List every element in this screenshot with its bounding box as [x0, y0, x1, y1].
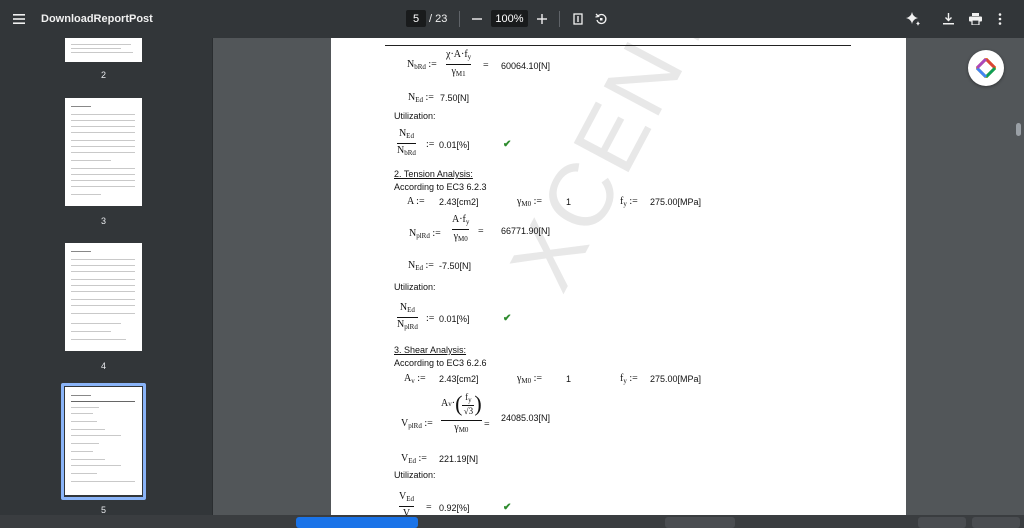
- hamburger-icon: [13, 14, 25, 24]
- sparkle-icon: [906, 12, 920, 26]
- rotate-icon: [595, 13, 607, 25]
- vplrd-label: VplRd :=: [401, 418, 433, 430]
- nbrd-label: NbRd :=: [407, 59, 437, 71]
- zoom-level-input[interactable]: 100%: [491, 10, 528, 27]
- zoom-in-button[interactable]: [533, 0, 551, 38]
- ratio3-fraction: VEd V: [399, 491, 415, 516]
- printer-icon: [968, 13, 982, 25]
- fy-label: fy :=: [620, 196, 638, 208]
- ratio2-fraction: NEd NplRd: [397, 302, 418, 331]
- gm0-value: 1: [566, 197, 572, 207]
- toolbar-divider: [559, 11, 560, 27]
- thumbnail-label: 5: [100, 505, 106, 515]
- extension-floating-button[interactable]: [968, 50, 1004, 86]
- rotate-button[interactable]: [592, 0, 610, 38]
- check-icon: ✔: [503, 502, 512, 513]
- page-thumbnail-2[interactable]: [65, 38, 142, 62]
- header-rule: [385, 45, 851, 46]
- thumbnail-label: 3: [100, 216, 106, 226]
- check-icon: ✔: [503, 139, 512, 150]
- more-options-button[interactable]: [993, 0, 1007, 38]
- tension-heading: 2. Tension Analysis:: [394, 169, 473, 179]
- vplrd-value: 24085.03[N]: [501, 413, 551, 423]
- vplrd-fraction: Av · ( fy √3 ) γM0: [441, 391, 482, 434]
- toolbar-divider: [459, 11, 460, 27]
- page-number-input[interactable]: 5: [406, 10, 426, 27]
- nbrd-fraction: χ·A·fy γM1: [446, 49, 472, 78]
- nplrd-label: NplRd :=: [409, 228, 441, 240]
- nplrd-value: 66771.90[N]: [501, 226, 551, 236]
- av-value: 2.43[cm2]: [439, 374, 479, 384]
- thumbnail-sidebar[interactable]: 2 3 4 5: [0, 38, 213, 528]
- tension-reference: According to EC3 6.2.3: [394, 182, 487, 192]
- fit-to-page-button[interactable]: [569, 0, 587, 38]
- watermark: XCENTER: [491, 38, 796, 306]
- gm0b-value: 1: [566, 374, 572, 384]
- diamond-logo-icon: [976, 58, 996, 78]
- more-vertical-icon: [998, 13, 1002, 25]
- nbrd-value: 60064.10[N]: [501, 61, 551, 71]
- fy-value: 275.00[MPa]: [650, 197, 702, 207]
- plus-icon: [537, 14, 547, 24]
- minus-icon: [472, 18, 482, 20]
- download-icon: [942, 13, 954, 25]
- pdf-page: XCENTER NbRd := χ·A·fy γM1 = 60064.10[N]…: [331, 38, 906, 516]
- ratio1-fraction: NEd NbRd: [397, 128, 416, 157]
- check-icon: ✔: [503, 313, 512, 324]
- ned2-label: NEd :=: [408, 260, 434, 272]
- fit-page-icon: [573, 13, 583, 25]
- av-label: Av :=: [404, 373, 426, 385]
- utilization-label-3: Utilization:: [394, 470, 436, 480]
- ned2-value: -7.50[N]: [439, 261, 472, 271]
- page-total: / 23: [429, 13, 448, 25]
- pdf-toolbar: DownloadReportPost 5 / 23 100%: [0, 0, 1024, 38]
- selected-thumbnail-highlight: [61, 383, 146, 500]
- menu-button[interactable]: [6, 0, 32, 38]
- download-button[interactable]: [939, 0, 957, 38]
- ved-value: 221.19[N]: [439, 454, 479, 464]
- page-thumbnail-3[interactable]: [65, 98, 142, 206]
- utilization-label-1: Utilization:: [394, 111, 436, 121]
- ned1-value: 7.50[N]: [440, 93, 470, 103]
- shear-reference: According to EC3 6.2.6: [394, 358, 487, 368]
- scrollbar-thumb[interactable]: [1016, 123, 1021, 136]
- utilization-label-2: Utilization:: [394, 282, 436, 292]
- ratio1-value: 0.01[%]: [439, 140, 470, 150]
- thumbnail-label: 4: [100, 361, 106, 371]
- underlying-window-strip: [0, 515, 1024, 528]
- ratio3-value: 0.92[%]: [439, 503, 470, 513]
- shear-heading: 3. Shear Analysis:: [394, 345, 467, 355]
- zoom-out-button[interactable]: [468, 0, 486, 38]
- ai-sparkle-button[interactable]: [903, 0, 923, 38]
- ned1-label: NEd :=: [408, 92, 434, 104]
- a-value: 2.43[cm2]: [439, 197, 479, 207]
- gm0b-label: γM0 :=: [517, 373, 543, 385]
- page-thumbnail-4[interactable]: [65, 243, 142, 351]
- fyb-label: fy :=: [620, 373, 638, 385]
- a-label: A :=: [407, 196, 425, 207]
- ratio2-value: 0.01[%]: [439, 314, 470, 324]
- ved-label: VEd :=: [401, 453, 427, 465]
- gm0-label: γM0 :=: [517, 196, 543, 208]
- thumbnail-label: 2: [100, 70, 106, 80]
- print-button[interactable]: [965, 0, 985, 38]
- fyb-value: 275.00[MPa]: [650, 374, 702, 384]
- nplrd-fraction: A·fy γM0: [452, 214, 470, 243]
- document-title: DownloadReportPost: [41, 13, 153, 25]
